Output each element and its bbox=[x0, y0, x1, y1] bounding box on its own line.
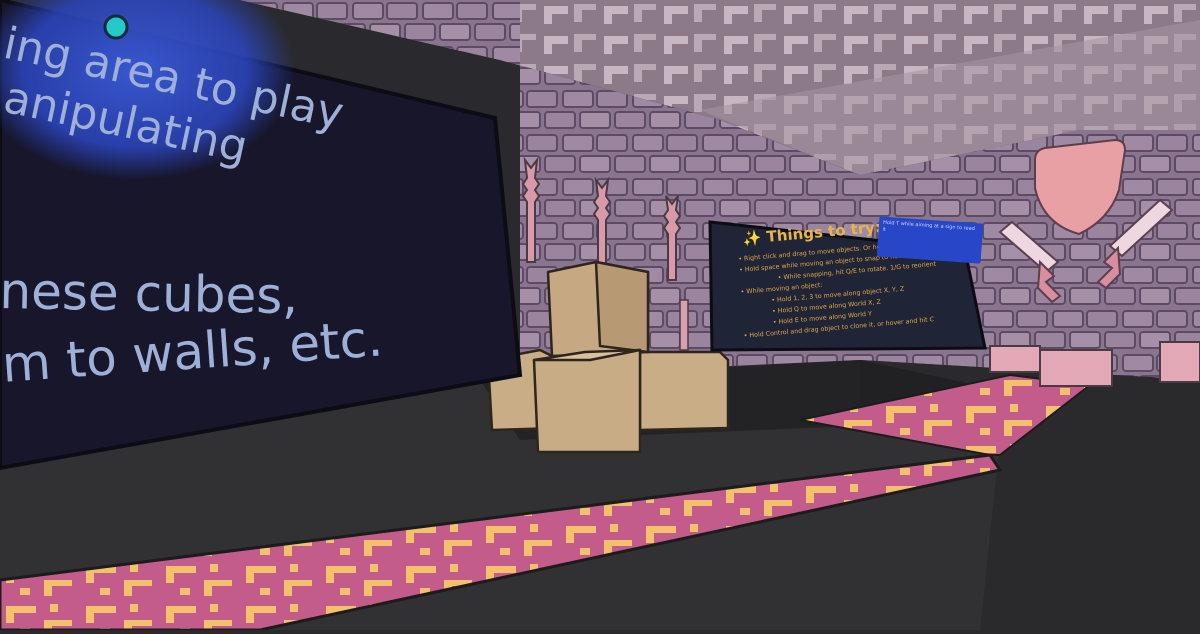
game-viewport[interactable]: ing area to play anipulating nese cubes,… bbox=[0, 0, 1200, 632]
left-sign-line-3: nese cubes, bbox=[0, 262, 299, 326]
hint-tooltip: Hold T while aiming at a sign to read it bbox=[876, 216, 984, 264]
sparkles-icon: ✨ bbox=[742, 228, 763, 248]
